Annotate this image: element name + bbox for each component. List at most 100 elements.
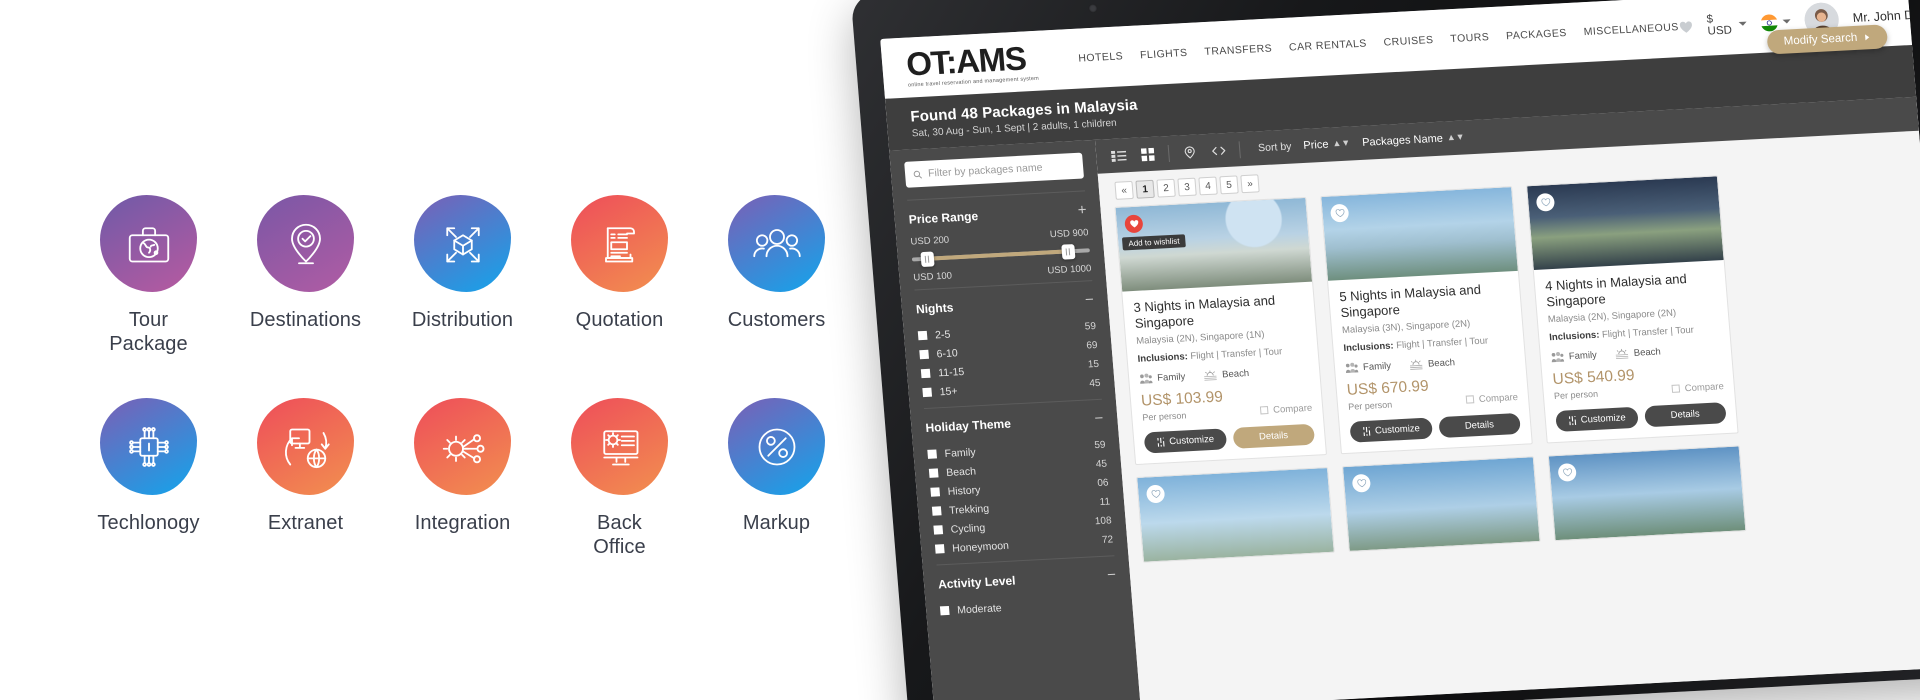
customize-button[interactable]: Customize [1555, 406, 1639, 432]
theme-label: Beach [1427, 357, 1456, 370]
package-card[interactable]: 5 Nights in Malaysia and Singapore Malay… [1320, 186, 1533, 454]
customize-button[interactable]: Customize [1349, 417, 1433, 443]
package-card[interactable]: Add to wishlist 3 Nights in Malaysia and… [1114, 196, 1327, 465]
nav-item-miscellaneous[interactable]: MISCELLANEOUS [1583, 21, 1679, 38]
checkbox[interactable] [931, 506, 942, 516]
pagination-page-4[interactable]: 4 [1198, 176, 1218, 196]
browser-screen: OT:AMS online travel reservation and man… [880, 0, 1920, 700]
inclusions-label: Inclusions: [1548, 329, 1600, 344]
option-label: Honeymoon [951, 539, 1010, 555]
filter-toggle-theme[interactable]: − [1094, 410, 1104, 427]
modify-search-button[interactable]: Modify Search [1766, 24, 1889, 55]
list-view-icon[interactable] [1110, 148, 1128, 164]
package-card[interactable]: 4 Nights in Malaysia and Singapore Malay… [1526, 175, 1739, 444]
wishlist-button[interactable] [1145, 484, 1166, 504]
wishlist-button[interactable] [1535, 192, 1556, 212]
price-range-slider[interactable] [911, 243, 1090, 268]
filter-option-activity[interactable]: Moderate [939, 592, 1119, 620]
nav-item-transfers[interactable]: TRANSFERS [1204, 43, 1273, 59]
checkbox[interactable] [920, 368, 931, 379]
nav-item-hotels[interactable]: HOTELS [1078, 50, 1124, 64]
wishlist-button[interactable] [1329, 203, 1350, 223]
feature-markup[interactable]: Markup [698, 398, 855, 560]
wishlist-button[interactable] [1351, 473, 1372, 493]
theme-label: Beach [1221, 368, 1250, 381]
details-button[interactable]: Details [1437, 412, 1521, 438]
pagination-page-5[interactable]: 5 [1219, 175, 1239, 195]
slider-handle-max[interactable] [1060, 244, 1075, 260]
package-card[interactable] [1547, 445, 1747, 541]
feature-tour-package[interactable]: Tour Package [70, 195, 227, 357]
map-pin-icon[interactable] [1181, 144, 1199, 160]
checkbox[interactable] [927, 449, 938, 459]
package-title: 4 Nights in Malaysia and Singapore [1544, 271, 1688, 309]
customize-button[interactable]: Customize [1143, 428, 1227, 454]
heart-icon[interactable] [1678, 18, 1694, 35]
customize-label: Customize [1168, 433, 1215, 447]
pagination-prev[interactable]: « [1114, 180, 1134, 200]
feature-back-office[interactable]: Back Office [541, 398, 698, 560]
feature-destinations[interactable]: Destinations [227, 195, 384, 357]
compare-checkbox[interactable]: Compare [1259, 402, 1313, 416]
app-logo[interactable]: OT:AMS online travel reservation and man… [905, 39, 1058, 88]
slider-handle-min[interactable] [920, 251, 935, 268]
nav-item-car-rentals[interactable]: CAR RENTALS [1289, 38, 1368, 54]
package-card[interactable] [1341, 455, 1541, 552]
checkbox[interactable] [919, 349, 930, 360]
checkbox[interactable] [922, 387, 933, 398]
feature-extranet[interactable]: Extranet [227, 398, 384, 560]
nav-item-cruises[interactable]: CRUISES [1383, 34, 1434, 49]
filter-toggle-price[interactable]: + [1077, 201, 1087, 218]
wishlist-button[interactable] [1557, 462, 1577, 482]
feature-quotation[interactable]: Quotation [541, 195, 698, 357]
logo-text: OT:AMS [904, 38, 1027, 83]
package-price: US$ 540.99 [1552, 367, 1636, 389]
option-count: 108 [1094, 515, 1113, 528]
option-count: 69 [1085, 339, 1098, 352]
checkbox[interactable] [930, 487, 941, 497]
checkbox[interactable] [928, 468, 939, 478]
pagination-page-3[interactable]: 3 [1177, 177, 1197, 197]
inclusions-label: Inclusions: [1343, 340, 1395, 355]
checkbox[interactable] [933, 525, 944, 535]
wishlist-button[interactable] [1124, 214, 1144, 234]
package-card[interactable] [1136, 466, 1335, 563]
currency-selector[interactable]: $ USD [1706, 12, 1748, 38]
package-inclusions: Inclusions: Flight | Transfer | Tour [1549, 324, 1720, 344]
slider-fill [927, 249, 1074, 261]
user-name: Mr. John Doe [1852, 7, 1920, 26]
feature-techlonogy[interactable]: Techlonogy [70, 398, 227, 560]
details-button[interactable]: Details [1643, 401, 1727, 428]
pagination-page-2[interactable]: 2 [1156, 178, 1176, 198]
package-subtitle: Malaysia (2N), Singapore (1N) [1135, 329, 1265, 348]
invoice-scroll-icon [604, 226, 635, 262]
feature-distribution[interactable]: Distribution [384, 195, 541, 357]
compare-icon[interactable] [1210, 142, 1228, 158]
compare-checkbox[interactable]: Compare [1465, 392, 1518, 406]
filter-toggle-nights[interactable]: − [1084, 291, 1094, 308]
package-price: US$ 670.99 [1346, 377, 1430, 400]
checkbox[interactable] [917, 330, 928, 341]
nav-item-tours[interactable]: TOURS [1450, 31, 1490, 45]
filter-search-input[interactable]: Filter by packages name [904, 152, 1085, 188]
compare-checkbox[interactable]: Compare [1671, 381, 1724, 395]
price-range-max: USD 1000 [1047, 263, 1092, 277]
nav-item-packages[interactable]: PACKAGES [1506, 27, 1567, 42]
checkbox[interactable] [934, 544, 945, 554]
option-label: 11-15 [937, 365, 965, 379]
grid-view-icon[interactable] [1139, 146, 1157, 162]
pagination-next[interactable]: » [1240, 174, 1260, 194]
checkbox[interactable] [939, 605, 950, 616]
sort-option-price[interactable]: Price ▲▼ [1303, 138, 1351, 152]
feature-integration[interactable]: Integration [384, 398, 541, 560]
pagination-page-1[interactable]: 1 [1135, 179, 1155, 199]
main-navigation: HOTELS FLIGHTS TRANSFERS CAR RENTALS CRU… [1078, 21, 1679, 64]
beach-sunset-icon [1409, 359, 1423, 371]
details-label: Details [1670, 408, 1701, 421]
nav-item-flights[interactable]: FLIGHTS [1140, 47, 1188, 61]
feature-customers[interactable]: Customers [698, 195, 855, 357]
filter-toggle-activity[interactable]: − [1106, 566, 1116, 583]
heart-icon [1335, 208, 1344, 218]
details-button[interactable]: Details [1232, 423, 1316, 449]
sort-option-name[interactable]: Packages Name ▲▼ [1362, 132, 1465, 149]
